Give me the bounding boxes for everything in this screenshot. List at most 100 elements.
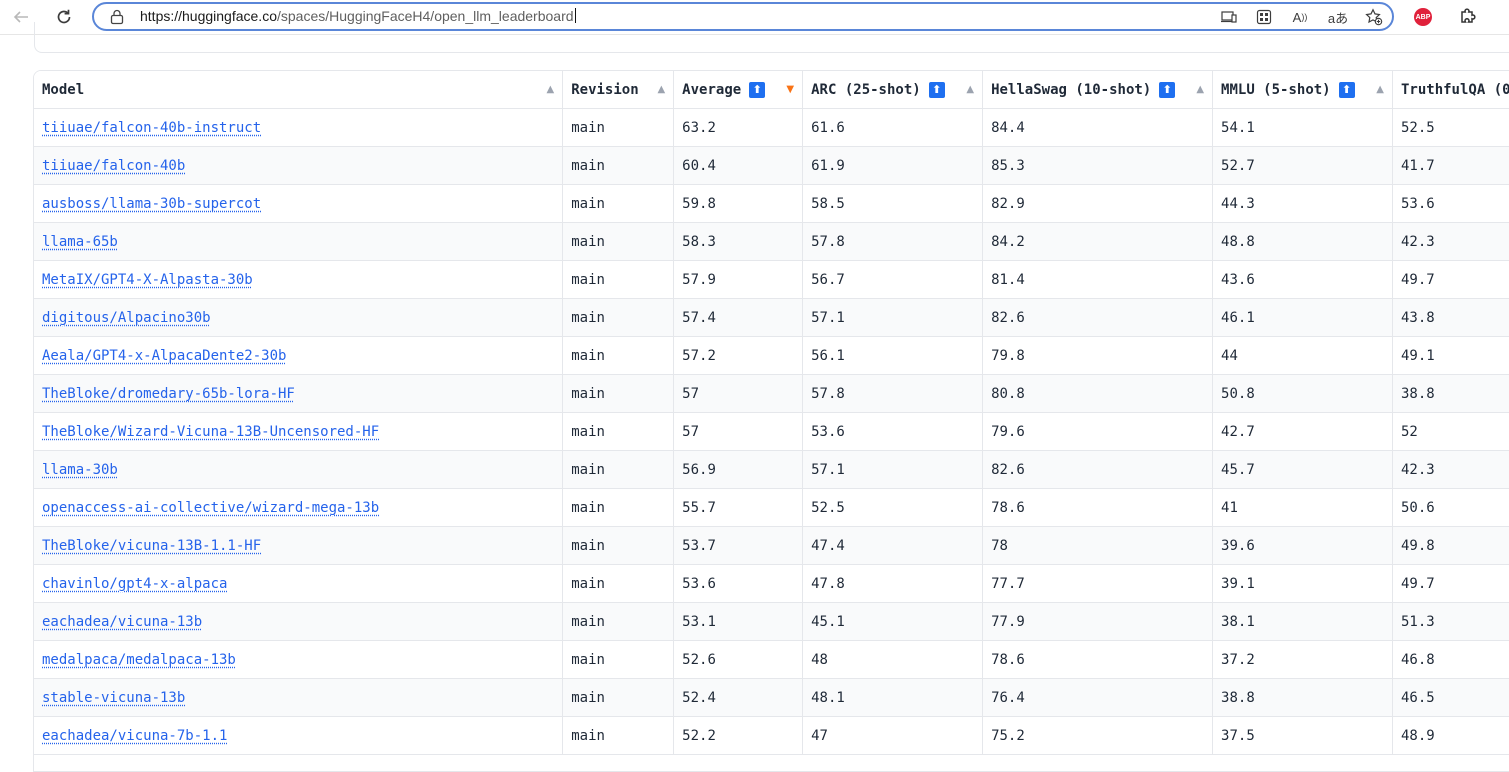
cell-hellaswag: 82.6: [982, 298, 1214, 337]
model-link[interactable]: llama-65b: [42, 234, 118, 250]
column-header-label: HellaSwag (10-shot): [991, 81, 1152, 98]
cell-arc: 57.8: [802, 374, 984, 413]
cell-average: 57: [673, 412, 804, 451]
cell-arc: 56.7: [802, 260, 984, 299]
model-link[interactable]: medalpaca/medalpaca-13b: [42, 652, 236, 668]
column-header-model[interactable]: Model ▲: [34, 71, 564, 109]
model-link[interactable]: Aeala/GPT4-x-AlpacaDente2-30b: [42, 348, 286, 364]
column-header-arc[interactable]: ARC (25-shot) ⬆ ▲: [802, 71, 984, 109]
table-row: digitous/Alpacino30b main 57.4 57.1 82.6 46.1…: [34, 298, 1509, 337]
column-header-mmlu[interactable]: MMLU (5-shot) ⬆ ▲: [1212, 71, 1393, 109]
column-header-truthfulqa[interactable]: TruthfulQA (0: [1392, 71, 1509, 109]
cell-average: 53.1: [673, 602, 804, 641]
cell-average: 52.4: [673, 678, 804, 717]
cell-arc: 47: [802, 716, 984, 755]
column-header-label: MMLU (5-shot): [1221, 81, 1331, 98]
model-link[interactable]: tiiuae/falcon-40b: [42, 158, 185, 174]
sort-icon[interactable]: ▲: [966, 84, 974, 95]
cell-average: 59.8: [673, 184, 804, 223]
sort-icon[interactable]: ▲: [547, 84, 555, 95]
table-row: eachadea/vicuna-13b main 53.1 45.1 77.9 38.1 5…: [34, 602, 1509, 641]
cell-average: 58.3: [673, 222, 804, 261]
cell-model: tiiuae/falcon-40b: [34, 146, 564, 185]
model-link[interactable]: TheBloke/Wizard-Vicuna-13B-Uncensored-HF: [42, 424, 379, 440]
model-link[interactable]: llama-30b: [42, 462, 118, 478]
cell-revision: main: [562, 298, 675, 337]
cell-revision: main: [562, 678, 675, 717]
cell-average: 57.4: [673, 298, 804, 337]
model-link[interactable]: TheBloke/dromedary-65b-lora-HF: [42, 386, 295, 402]
cell-revision: main: [562, 260, 675, 299]
leaderboard-table-container: Model ▲ Revision ▲ Average ⬆ ▼ ARC (25-shot) ⬆ ▲ H…: [33, 70, 1509, 772]
cell-arc: 57.8: [802, 222, 984, 261]
model-link[interactable]: stable-vicuna-13b: [42, 690, 185, 706]
cell-hellaswag: 82.9: [982, 184, 1214, 223]
sort-descending-icon[interactable]: ▼: [786, 84, 794, 95]
cell-hellaswag: 81.4: [982, 260, 1214, 299]
cell-hellaswag: 85.3: [982, 146, 1214, 185]
higher-is-better-icon: ⬆: [1338, 81, 1355, 98]
cell-revision: main: [562, 412, 675, 451]
sort-icon[interactable]: ▲: [1196, 84, 1204, 95]
table-row: tiiuae/falcon-40b-instruct main 63.2 61.6 84…: [34, 108, 1509, 147]
column-header-label: Model: [42, 81, 85, 98]
table-row: openaccess-ai-collective/wizard-mega-13b…: [34, 488, 1509, 527]
cell-model: llama-30b: [34, 450, 564, 489]
cell-average: 52.6: [673, 640, 804, 679]
model-link[interactable]: openaccess-ai-collective/wizard-mega-13b: [42, 500, 379, 516]
cell-arc: 48: [802, 640, 984, 679]
column-header-revision[interactable]: Revision ▲: [562, 71, 675, 109]
cell-average: 63.2: [673, 108, 804, 147]
cell-truthfulqa: 49.1: [1392, 336, 1509, 375]
cell-average: 57: [673, 374, 804, 413]
cell-average: 53.6: [673, 564, 804, 603]
cell-model: TheBloke/dromedary-65b-lora-HF: [34, 374, 564, 413]
cell-revision: main: [562, 108, 675, 147]
column-header-hellaswag[interactable]: HellaSwag (10-shot) ⬆ ▲: [982, 71, 1214, 109]
cell-revision: main: [562, 564, 675, 603]
cell-revision: main: [562, 184, 675, 223]
cell-model: chavinlo/gpt4-x-alpaca: [34, 564, 564, 603]
cell-truthfulqa: 49.7: [1392, 564, 1509, 603]
cell-mmlu: 48.8: [1212, 222, 1393, 261]
cell-model: eachadea/vicuna-13b: [34, 602, 564, 641]
model-link[interactable]: eachadea/vicuna-7b-1.1: [42, 728, 227, 744]
model-link[interactable]: TheBloke/vicuna-13B-1.1-HF: [42, 538, 261, 554]
cell-revision: main: [562, 336, 675, 375]
cell-mmlu: 44.3: [1212, 184, 1393, 223]
cell-arc: 45.1: [802, 602, 984, 641]
cell-model: MetaIX/GPT4-X-Alpasta-30b: [34, 260, 564, 299]
table-row: MetaIX/GPT4-X-Alpasta-30b main 57.9 56.7 81.…: [34, 260, 1509, 299]
cell-mmlu: 50.8: [1212, 374, 1393, 413]
table-row: ausboss/llama-30b-supercot main 59.8 58.5 82…: [34, 184, 1509, 223]
cell-average: 52.2: [673, 716, 804, 755]
model-link[interactable]: digitous/Alpacino30b: [42, 310, 211, 326]
cell-hellaswag: 76.4: [982, 678, 1214, 717]
cell-truthfulqa: 46.8: [1392, 640, 1509, 679]
cell-average: 55.7: [673, 488, 804, 527]
column-header-label: TruthfulQA (0: [1400, 81, 1509, 98]
model-link[interactable]: MetaIX/GPT4-X-Alpasta-30b: [42, 272, 253, 288]
table-row: medalpaca/medalpaca-13b main 52.6 48 78.6 37.…: [34, 640, 1509, 679]
model-link[interactable]: chavinlo/gpt4-x-alpaca: [42, 576, 227, 592]
cell-mmlu: 46.1: [1212, 298, 1393, 337]
sort-icon[interactable]: ▲: [657, 84, 665, 95]
adblock-plus-label: ABP: [1415, 13, 1431, 21]
model-link[interactable]: ausboss/llama-30b-supercot: [42, 196, 261, 212]
cell-arc: 52.5: [802, 488, 984, 527]
cell-revision: main: [562, 488, 675, 527]
model-link[interactable]: eachadea/vicuna-13b: [42, 614, 202, 630]
cell-model: eachadea/vicuna-7b-1.1: [34, 716, 564, 755]
sort-icon[interactable]: ▲: [1376, 84, 1384, 95]
cell-arc: 58.5: [802, 184, 984, 223]
cell-hellaswag: 78.6: [982, 640, 1214, 679]
back-icon[interactable]: [8, 5, 34, 29]
cell-model: tiiuae/falcon-40b-instruct: [34, 108, 564, 147]
cell-mmlu: 52.7: [1212, 146, 1393, 185]
cell-hellaswag: 78: [982, 526, 1214, 565]
table-row: eachadea/vicuna-7b-1.1 main 52.2 47 75.2 37.5…: [34, 716, 1509, 755]
column-header-average[interactable]: Average ⬆ ▼: [673, 71, 804, 109]
model-link[interactable]: tiiuae/falcon-40b-instruct: [42, 120, 261, 136]
cell-revision: main: [562, 450, 675, 489]
cell-model: stable-vicuna-13b: [34, 678, 564, 717]
